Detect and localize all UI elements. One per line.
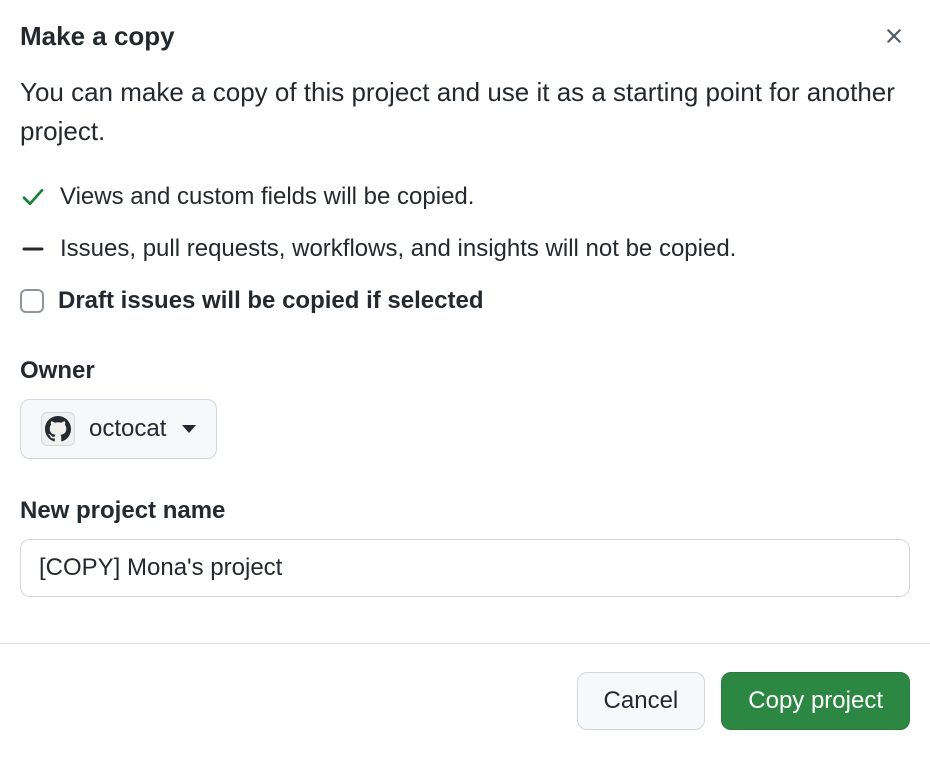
make-copy-dialog: Make a copy You can make a copy of this …: [0, 0, 930, 758]
dialog-footer: Cancel Copy project: [0, 643, 930, 758]
owner-select[interactable]: octocat: [20, 399, 217, 459]
info-list: Views and custom fields will be copied. …: [20, 179, 910, 319]
info-text-not-copied: Issues, pull requests, workflows, and in…: [60, 231, 736, 267]
dash-icon: [20, 231, 46, 261]
info-text-copied: Views and custom fields will be copied.: [60, 179, 474, 215]
draft-issues-checkbox-row[interactable]: Draft issues will be copied if selected: [20, 283, 910, 319]
check-icon: [20, 179, 46, 209]
project-name-label: New project name: [20, 497, 910, 525]
info-item-copied: Views and custom fields will be copied.: [20, 179, 910, 215]
info-item-not-copied: Issues, pull requests, workflows, and in…: [20, 231, 910, 267]
draft-issues-label: Draft issues will be copied if selected: [58, 283, 483, 319]
cancel-button[interactable]: Cancel: [577, 672, 706, 730]
dialog-description: You can make a copy of this project and …: [20, 73, 910, 151]
dialog-title: Make a copy: [20, 20, 175, 53]
owner-avatar: [41, 412, 75, 446]
copy-project-button[interactable]: Copy project: [721, 672, 910, 730]
owner-name: octocat: [89, 415, 166, 443]
close-button[interactable]: [878, 20, 910, 52]
project-name-input[interactable]: [20, 539, 910, 597]
owner-label: Owner: [20, 357, 910, 385]
octocat-icon: [45, 416, 71, 442]
draft-issues-checkbox[interactable]: [20, 289, 44, 313]
dialog-body: Make a copy You can make a copy of this …: [0, 0, 930, 627]
dialog-header: Make a copy: [20, 20, 910, 53]
caret-down-icon: [182, 425, 196, 433]
close-icon: [882, 24, 906, 48]
